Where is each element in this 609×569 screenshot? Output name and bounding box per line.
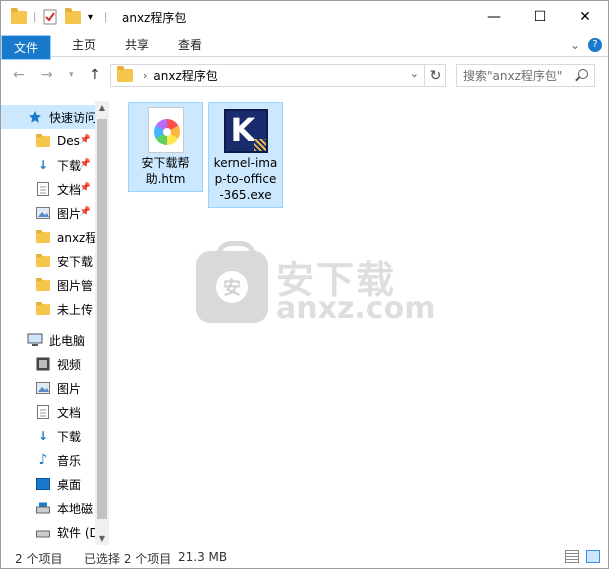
large-icons-view-icon[interactable] xyxy=(586,550,600,563)
ribbon-expand-icon[interactable]: ⌄ xyxy=(567,32,583,57)
sidebar-item-documents-pinned[interactable]: 文档 📌 xyxy=(1,177,95,201)
sidebar-item-anxz-folder[interactable]: anxz程 xyxy=(1,225,95,249)
details-view-icon[interactable] xyxy=(565,550,579,563)
refresh-button[interactable]: ↻ xyxy=(424,65,446,86)
file-list: 安下载帮 助.htm K kernel-ima p-to-office -365… xyxy=(111,99,608,545)
sidebar-item-pictures[interactable]: 图片 xyxy=(1,376,95,400)
search-icon xyxy=(578,69,588,79)
recent-dropdown-icon[interactable]: ▾ xyxy=(69,70,74,80)
sidebar-item-anxiazai-folder[interactable]: 安下载 xyxy=(1,249,95,273)
sidebar-item-local-disk[interactable]: 本地磁 xyxy=(1,496,95,520)
pin-icon: 📌 xyxy=(79,207,91,217)
status-bar: 2 个项目 已选择 2 个项目 21.3 MB xyxy=(1,546,608,568)
search-placeholder: 搜索"anxz程序包" xyxy=(463,69,563,83)
pin-icon: 📌 xyxy=(79,183,91,193)
folder-icon xyxy=(11,7,27,26)
folder-icon xyxy=(35,301,51,317)
new-folder-icon[interactable] xyxy=(65,7,81,26)
video-icon xyxy=(35,356,51,372)
sidebar-item-pictures-pinned[interactable]: 图片 📌 xyxy=(1,201,95,225)
explorer-window: | ▾ | anxz程序包 — ☐ ✕ 文件 主页 共享 查看 ⌄ ? ← → … xyxy=(0,0,609,569)
ribbon-tabs: 文件 主页 共享 查看 ⌄ ? xyxy=(1,32,608,60)
scroll-down-icon[interactable]: ▼ xyxy=(97,534,107,543)
sidebar-item-desktop-pinned[interactable]: Des 📌 xyxy=(1,129,95,153)
htm-file-icon xyxy=(147,107,184,153)
file-item-htm[interactable]: 安下载帮 助.htm xyxy=(128,102,203,192)
search-input[interactable]: 搜索"anxz程序包" xyxy=(456,64,595,87)
file-item-exe[interactable]: K kernel-ima p-to-office -365.exe xyxy=(208,102,283,208)
forward-arrow-icon[interactable]: → xyxy=(41,67,53,83)
item-count: 2 个项目 xyxy=(15,552,63,566)
file-name: 安下载帮 助.htm xyxy=(141,156,190,186)
breadcrumb-chevron-icon[interactable]: › xyxy=(143,69,147,82)
sidebar-item-this-pc[interactable]: 此电脑 xyxy=(1,328,95,352)
separator: | xyxy=(33,11,37,23)
scroll-thumb[interactable] xyxy=(97,119,107,519)
navigation-pane: 快速访问 Des 📌 ↓ 下载 📌 文档 📌 图片 📌 anxz程 安下载 图片… xyxy=(1,99,109,545)
sidebar-item-desktop[interactable]: 桌面 xyxy=(1,472,95,496)
computer-icon xyxy=(27,332,43,348)
minimize-button[interactable]: — xyxy=(471,1,517,32)
sidebar-item-videos[interactable]: 视频 xyxy=(1,352,95,376)
window-title: anxz程序包 xyxy=(122,11,187,25)
sidebar-item-downloads-pinned[interactable]: ↓ 下载 📌 xyxy=(1,153,95,177)
selection-size: 21.3 MB xyxy=(178,550,228,564)
properties-icon[interactable] xyxy=(43,8,57,26)
tab-home[interactable]: 主页 xyxy=(61,32,107,57)
sidebar-item-documents[interactable]: 文档 xyxy=(1,400,95,424)
folder-icon xyxy=(35,133,51,149)
drive-icon xyxy=(35,500,51,516)
tab-view[interactable]: 查看 xyxy=(167,32,213,57)
address-bar[interactable]: › anxz程序包 ⌄ xyxy=(110,64,446,87)
sidebar-item-downloads[interactable]: ↓ 下载 xyxy=(1,424,95,448)
sidebar-item-software-drive[interactable]: 软件 (D xyxy=(1,520,95,544)
nav-pane-scrollbar[interactable]: ▲ ▼ xyxy=(95,101,109,545)
document-icon xyxy=(35,181,51,197)
picture-icon xyxy=(35,380,51,396)
kernel-app-icon: K xyxy=(223,109,268,153)
quick-access-dropdown-icon[interactable]: ▾ xyxy=(88,8,93,26)
folder-icon xyxy=(35,253,51,269)
music-note-icon: ♪ xyxy=(38,452,48,468)
sidebar-item-not-uploaded-folder[interactable]: 未上传 xyxy=(1,297,95,321)
title-bar: | ▾ | anxz程序包 — ☐ ✕ xyxy=(1,1,608,32)
scroll-up-icon[interactable]: ▲ xyxy=(97,103,107,112)
pin-icon: 📌 xyxy=(79,159,91,169)
separator: | xyxy=(104,11,108,23)
up-arrow-icon[interactable]: ↑ xyxy=(89,67,101,83)
folder-icon xyxy=(35,277,51,293)
maximize-button[interactable]: ☐ xyxy=(517,1,563,32)
folder-icon xyxy=(35,229,51,245)
download-arrow-icon: ↓ xyxy=(37,158,49,172)
star-icon xyxy=(27,109,43,125)
drive-icon xyxy=(35,524,51,540)
selection-count: 已选择 2 个项目 xyxy=(84,552,172,566)
close-button[interactable]: ✕ xyxy=(562,1,608,32)
download-arrow-icon: ↓ xyxy=(37,429,49,443)
navigation-bar: ← → ▾ ↑ › anxz程序包 ⌄ ↻ 搜索"anxz程序包" xyxy=(1,59,608,93)
breadcrumb[interactable]: anxz程序包 xyxy=(153,67,217,84)
desktop-icon xyxy=(35,476,51,492)
folder-icon xyxy=(117,66,133,82)
help-icon[interactable]: ? xyxy=(587,32,603,57)
tab-file[interactable]: 文件 xyxy=(1,35,51,60)
address-history-dropdown-icon[interactable]: ⌄ xyxy=(410,67,419,80)
back-arrow-icon[interactable]: ← xyxy=(13,67,25,83)
tab-share[interactable]: 共享 xyxy=(114,32,160,57)
sidebar-item-quick-access[interactable]: 快速访问 xyxy=(1,105,95,129)
picture-icon xyxy=(35,205,51,221)
document-icon xyxy=(35,404,51,420)
pin-icon: 📌 xyxy=(79,135,91,145)
sidebar-item-picture-manager-folder[interactable]: 图片管 xyxy=(1,273,95,297)
file-name: kernel-ima p-to-office -365.exe xyxy=(213,156,278,202)
sidebar-item-music[interactable]: ♪ 音乐 xyxy=(1,448,95,472)
